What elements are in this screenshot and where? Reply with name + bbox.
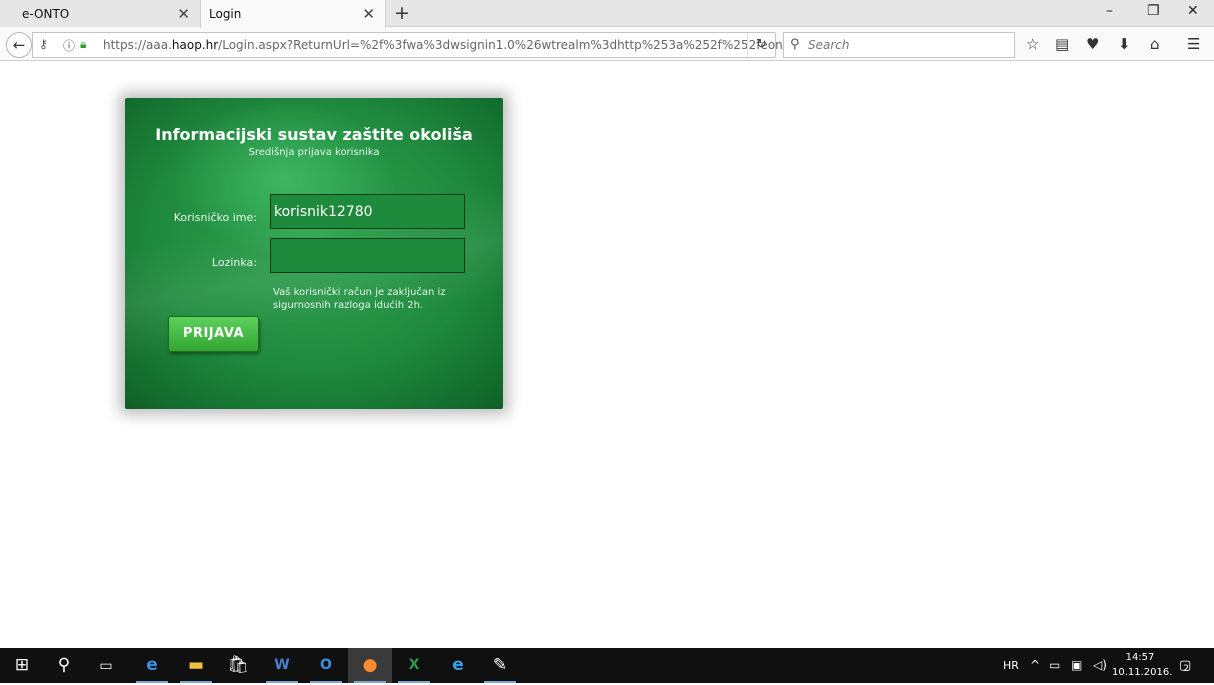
search-icon: ⚲ [790, 37, 800, 52]
close-window-icon[interactable]: ✕ [1187, 3, 1199, 19]
taskbar: ⊞ ⚲ ▭ e ▬ 🛍︎ W O ● X e ✎ HR ^ ▭ ▣ ◁) 14:… [0, 648, 1214, 683]
clock[interactable]: 14:57 10.11.2016. [1112, 650, 1173, 680]
folder-icon: ▬ [187, 655, 205, 675]
excel-button[interactable]: X [392, 648, 436, 683]
url-text[interactable]: https://aaa.haop.hr/Login.aspx?ReturnUrl… [103, 38, 795, 52]
firefox-button[interactable]: ● [348, 648, 392, 683]
tab-e-onto[interactable]: e-ONTO ✕ [0, 0, 200, 27]
windows-icon: ⊞ [14, 655, 30, 675]
app-icon: ✎ [492, 655, 508, 675]
start-button[interactable]: ⊞ [0, 648, 44, 683]
page-title: Informacijski sustav zaštite okoliša [155, 125, 473, 144]
url-prefix: https://aaa. [103, 38, 172, 52]
reload-icon[interactable]: ↻ [747, 33, 775, 57]
home-icon[interactable]: ⌂ [1150, 35, 1160, 53]
tab-strip: e-ONTO ✕ Login ✕ + – ❐ ✕ [0, 0, 1214, 28]
minimize-icon[interactable]: – [1106, 3, 1113, 19]
outlook-button[interactable]: O [304, 648, 348, 683]
close-tab-icon[interactable]: ✕ [362, 5, 375, 23]
firefox-icon: ● [362, 655, 378, 675]
network-icon[interactable]: ▣ [1071, 648, 1082, 683]
new-tab-icon[interactable]: + [394, 2, 410, 24]
username-field[interactable] [270, 194, 465, 229]
internet-explorer-icon: e [452, 655, 464, 675]
outlook-icon: O [320, 657, 332, 673]
action-center-button[interactable]: ▢2 [1176, 648, 1200, 683]
tab-label: e-ONTO [22, 6, 70, 21]
store-icon: 🛍︎ [227, 655, 249, 675]
show-hidden-icons-icon[interactable]: ^ [1030, 648, 1040, 683]
menu-icon[interactable]: ☰ [1187, 35, 1200, 53]
search-input[interactable] [808, 36, 1008, 54]
app-button[interactable]: ✎ [478, 648, 522, 683]
store-button[interactable]: 🛍︎ [216, 648, 260, 683]
restore-icon[interactable]: ❐ [1147, 3, 1160, 19]
page-subtitle: Središnja prijava korisnika [248, 147, 380, 158]
notification-count: 2 [1183, 664, 1190, 674]
login-button[interactable]: PRIJAVA [168, 316, 259, 352]
tab-label: Login [209, 7, 242, 21]
key-icon[interactable]: ⚷ [39, 37, 48, 51]
lockout-message: Vaš korisnički račun je zaključan iz sig… [273, 287, 446, 311]
close-tab-icon[interactable]: ✕ [177, 5, 190, 23]
tab-login[interactable]: Login ✕ [200, 0, 386, 28]
back-button[interactable]: ← [6, 32, 32, 58]
language-indicator[interactable]: HR [1003, 648, 1019, 683]
back-arrow-icon: ← [12, 36, 26, 54]
url-path: /Login.aspx?ReturnUrl=%2f%3fwa%3dwsignin… [218, 38, 795, 52]
search-box[interactable]: ⚲ [783, 32, 1015, 58]
bookmark-star-icon[interactable]: ☆ [1026, 35, 1039, 53]
battery-icon[interactable]: ▭ [1049, 648, 1060, 683]
lock-icon[interactable]: 🔒︎ [80, 37, 86, 52]
username-label: Korisničko ime: [173, 211, 257, 224]
volume-icon[interactable]: ◁) [1093, 648, 1107, 683]
navigation-bar: ⚷ ⓘ 🔒︎ https://aaa.haop.hr/Login.aspx?Re… [0, 28, 1214, 61]
word-icon: W [274, 657, 290, 673]
downloads-icon[interactable]: ⬇ [1118, 35, 1131, 53]
search-icon: ⚲ [57, 655, 71, 675]
info-icon[interactable]: ⓘ [63, 37, 75, 54]
edge-icon: e [146, 655, 158, 675]
word-button[interactable]: W [260, 648, 304, 683]
task-view-button[interactable]: ▭ [84, 648, 128, 683]
clock-date: 10.11.2016. [1112, 667, 1173, 678]
edge-button[interactable]: e [130, 648, 174, 683]
bookmarks-list-icon[interactable]: ▤ [1055, 35, 1069, 53]
login-panel: Informacijski sustav zaštite okoliša Sre… [125, 98, 503, 409]
clock-time: 14:57 [1125, 652, 1155, 663]
excel-icon: X [408, 657, 420, 673]
task-view-icon: ▭ [99, 658, 113, 674]
search-taskbar-button[interactable]: ⚲ [42, 648, 86, 683]
url-bar[interactable]: ⚷ ⓘ 🔒︎ https://aaa.haop.hr/Login.aspx?Re… [32, 32, 795, 58]
internet-explorer-button[interactable]: e [436, 648, 480, 683]
password-label: Lozinka: [211, 256, 257, 269]
url-domain: haop.hr [171, 38, 219, 52]
password-field[interactable] [270, 238, 465, 273]
file-explorer-button[interactable]: ▬ [174, 648, 218, 683]
pocket-icon[interactable]: ♥ [1086, 35, 1099, 53]
